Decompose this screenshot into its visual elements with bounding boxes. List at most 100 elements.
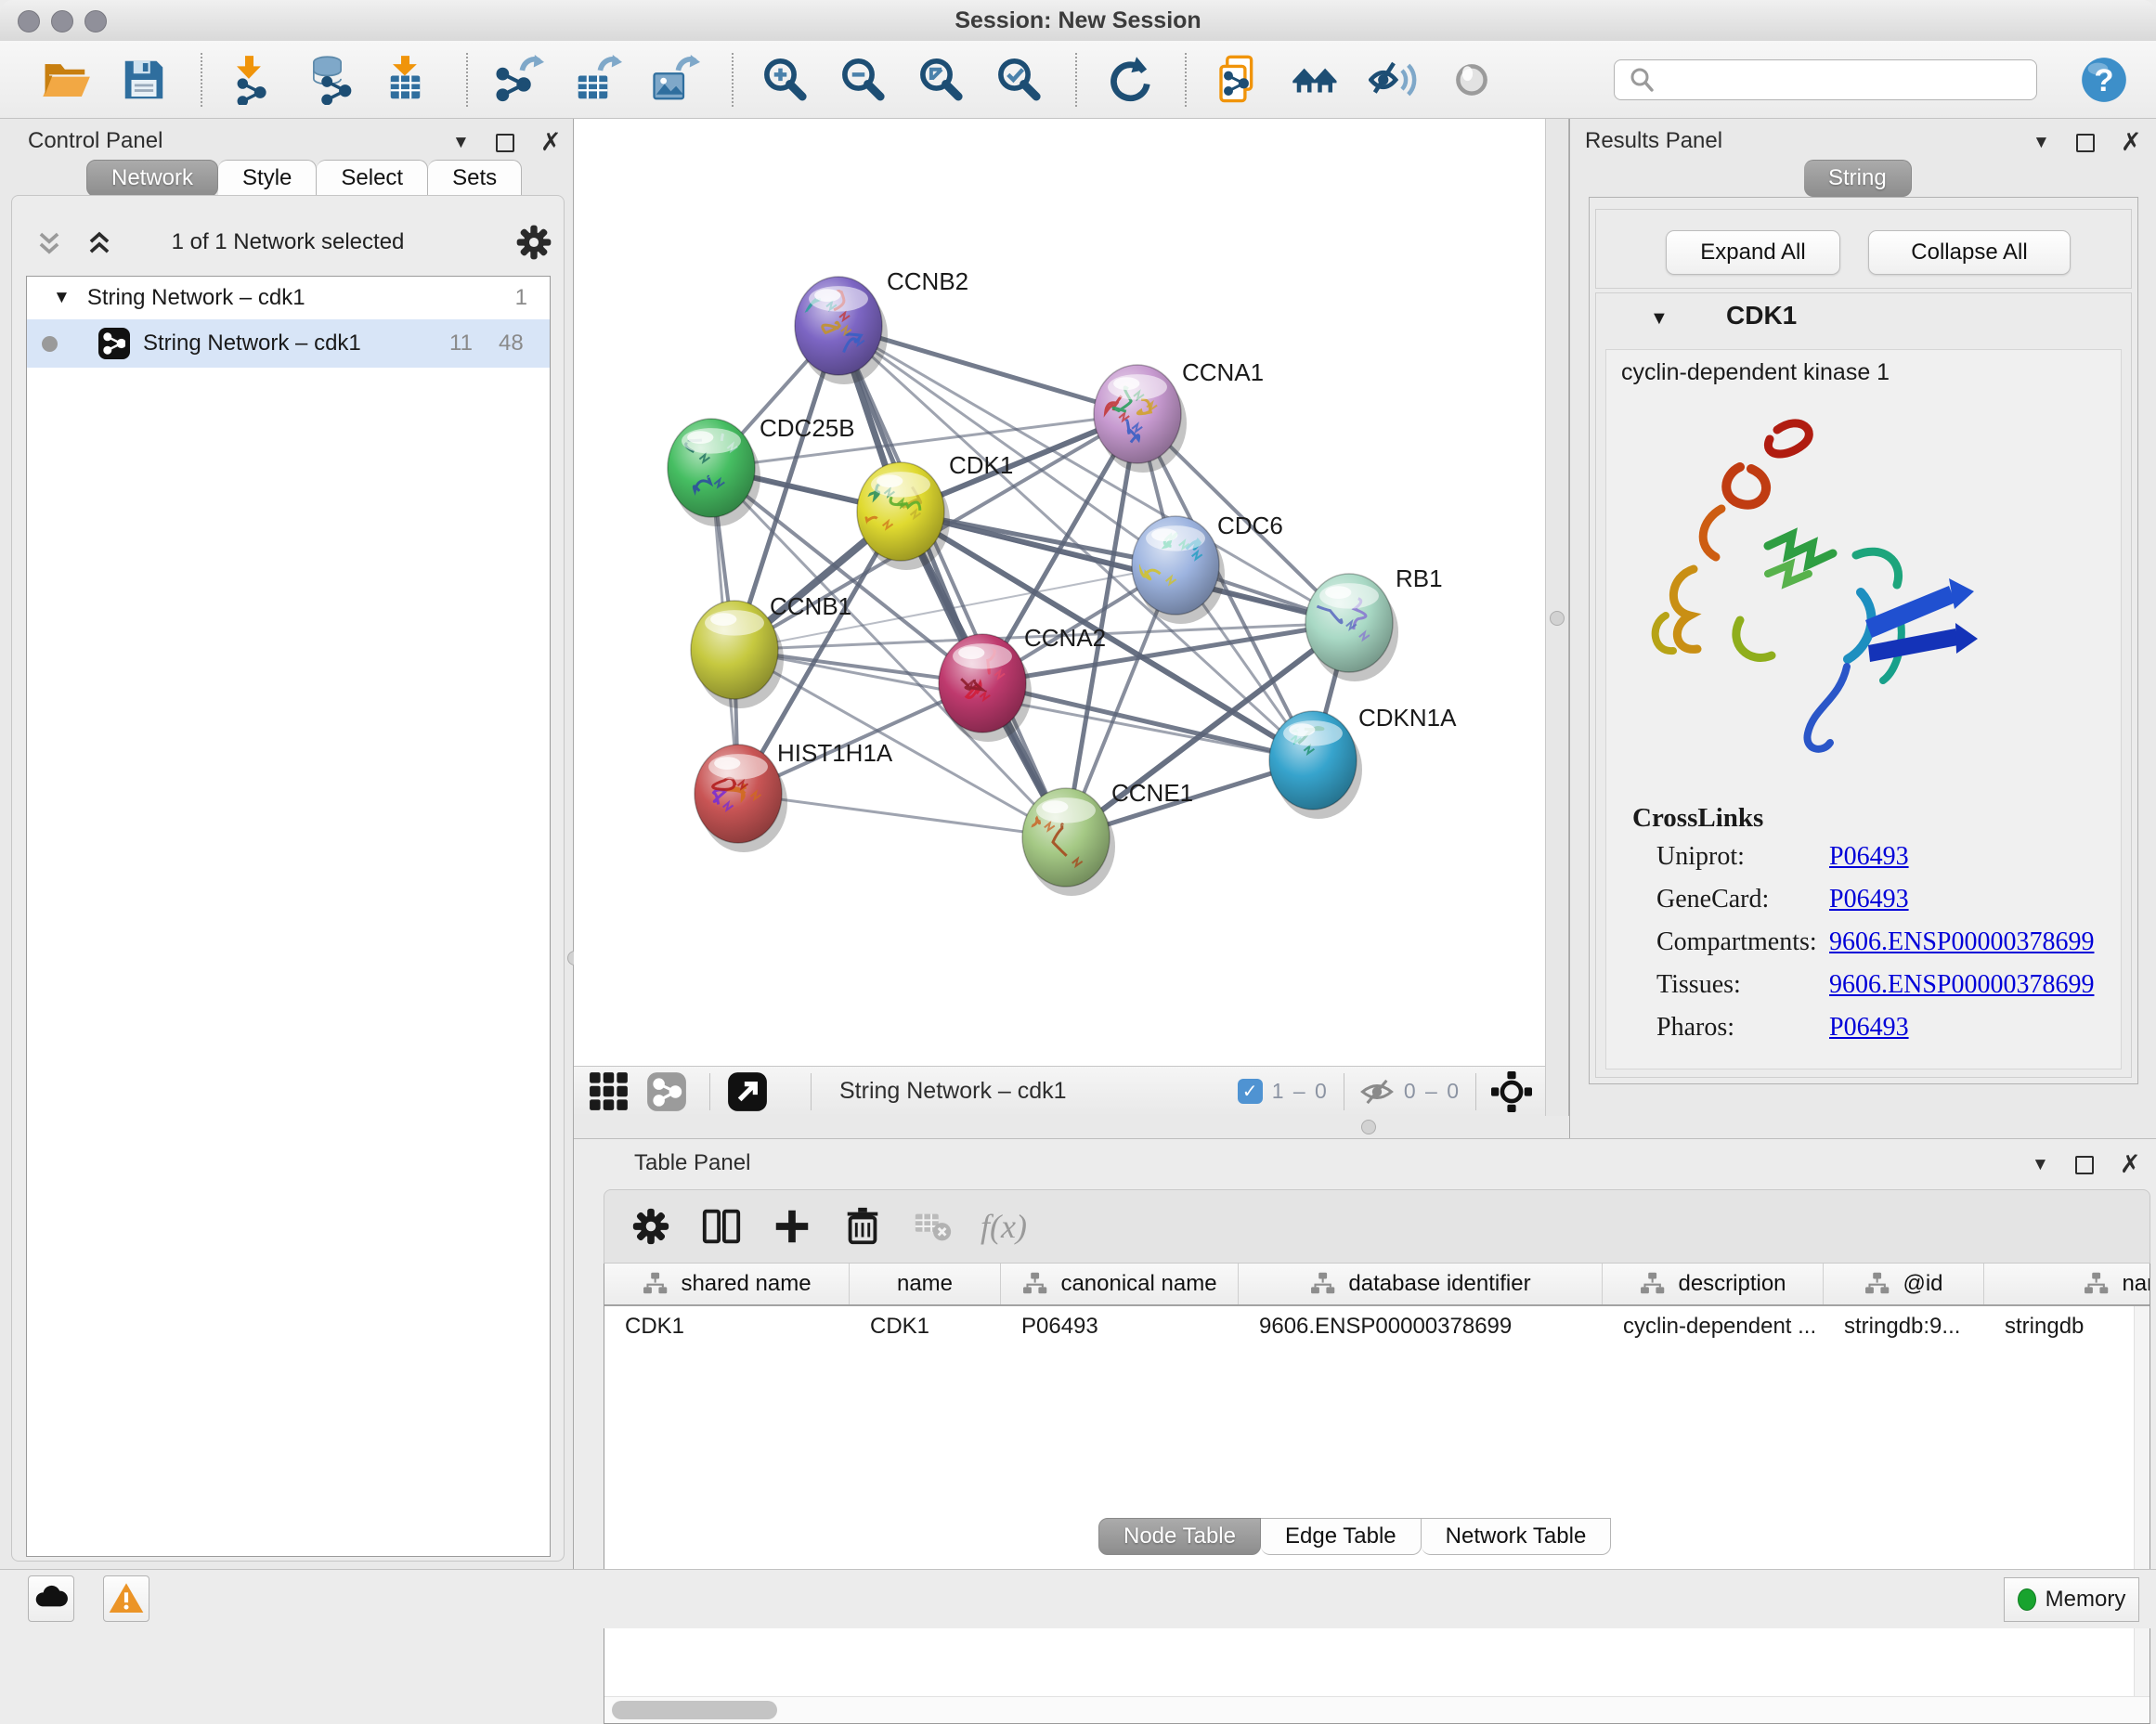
delete-row-icon[interactable] [840, 1204, 885, 1249]
panel-close-icon[interactable]: ✗ [2121, 128, 2142, 157]
network-node-CCNA1[interactable] [1094, 365, 1187, 473]
help-icon[interactable]: ? [2080, 56, 2128, 104]
crosslink-pharos-link[interactable]: P06493 [1829, 1013, 1909, 1042]
column-header-namespace[interactable]: namespace [1984, 1264, 2150, 1304]
clear-table-icon[interactable] [911, 1204, 955, 1249]
zoom-selected-icon[interactable] [994, 55, 1044, 105]
cell-canonical-name[interactable]: P06493 [1001, 1314, 1239, 1340]
memory-button[interactable]: Memory [2004, 1577, 2139, 1622]
results-panel: Results Panel ▼ ✗ String Expand All Coll… [1569, 119, 2156, 1138]
network-node-CCNE1[interactable] [1017, 788, 1115, 896]
cell-namespace[interactable]: stringdb [1984, 1314, 2150, 1340]
node-count: 11 [449, 331, 473, 356]
network-row[interactable]: String Network – cdk1 11 48 [27, 319, 550, 368]
column-header-database-identifier[interactable]: database identifier [1239, 1264, 1603, 1304]
toolbar-divider [1075, 53, 1077, 107]
fit-crosshair-icon[interactable] [1491, 1071, 1532, 1112]
crosslink-compartments-link[interactable]: 9606.ENSP00000378699 [1829, 927, 2094, 956]
cell-name[interactable]: CDK1 [850, 1314, 1001, 1340]
tab-edge-table[interactable]: Edge Table [1261, 1518, 1422, 1555]
import-table-icon[interactable] [384, 55, 435, 105]
column-header-shared-name[interactable]: shared name [604, 1264, 850, 1304]
add-row-icon[interactable] [770, 1204, 814, 1249]
cell-shared-name[interactable]: CDK1 [604, 1314, 850, 1340]
panel-close-icon[interactable]: ✗ [540, 128, 562, 157]
tab-string[interactable]: String [1804, 160, 1912, 197]
cell--id[interactable]: stringdb:9... [1824, 1314, 1984, 1340]
split-columns-icon[interactable] [699, 1204, 744, 1249]
zoom-out-icon[interactable] [838, 55, 888, 105]
panel-float-icon[interactable]: ▼ [2032, 1155, 2049, 1175]
network-selection-status: 1 of 1 Network selected [12, 229, 564, 255]
cloud-button[interactable] [28, 1575, 74, 1622]
tab-select[interactable]: Select [317, 160, 428, 197]
function-builder-icon[interactable]: f(x) [981, 1204, 1026, 1249]
panel-maximize-icon[interactable] [2075, 1156, 2094, 1174]
scrollbar-thumb[interactable] [612, 1701, 777, 1719]
network-node-CCNB2[interactable] [795, 277, 888, 384]
export-image-icon[interactable] [650, 55, 700, 105]
section-collapse-icon[interactable]: ▼ [1650, 308, 1669, 330]
cell-description[interactable]: cyclin-dependent ... [1603, 1314, 1824, 1340]
crosslink-uniprot-link[interactable]: P06493 [1829, 842, 1909, 871]
settings-gear-icon[interactable] [629, 1204, 673, 1249]
open-in-new-icon[interactable] [725, 1069, 770, 1114]
panel-close-icon[interactable]: ✗ [2120, 1150, 2141, 1179]
table-horizontal-scrollbar[interactable] [604, 1696, 2150, 1723]
network-options-gear-icon[interactable] [513, 222, 554, 263]
export-network-icon[interactable] [494, 55, 544, 105]
warning-icon [108, 1580, 145, 1617]
network-node-RB1[interactable] [1305, 574, 1398, 681]
expand-all-button[interactable]: Expand All [1666, 230, 1840, 275]
tab-sets[interactable]: Sets [428, 160, 522, 197]
refresh-network-view-icon[interactable] [1103, 55, 1153, 105]
import-network-from-database-icon[interactable] [306, 55, 357, 105]
open-in-cytoscape-web-icon[interactable] [1213, 55, 1263, 105]
zoom-fit-icon[interactable] [916, 55, 966, 105]
string-home-icon[interactable] [1291, 55, 1341, 105]
network-canvas[interactable]: CCNB2CCNA1CDC25BCDK1CDC6RB1CCNB1CCNA2CDK… [574, 119, 1545, 1066]
enhanced-graphics-hide-icon[interactable] [1369, 55, 1419, 105]
expand-collapse-box: Expand All Collapse All [1595, 209, 2132, 289]
column-header-description[interactable]: description [1603, 1264, 1824, 1304]
tree-expander-icon[interactable]: ▼ [53, 288, 71, 308]
network-node-CDKN1A[interactable] [1269, 711, 1362, 819]
table-vertical-scrollbar[interactable] [2134, 1306, 2150, 1697]
crosslink-genecard-link[interactable]: P06493 [1829, 885, 1909, 914]
selected-checkbox-icon[interactable]: ✓ [1238, 1079, 1263, 1104]
current-network-dot [42, 336, 58, 352]
network-node-CCNA2[interactable] [939, 634, 1032, 742]
panel-maximize-icon[interactable] [2076, 134, 2095, 152]
export-table-icon[interactable] [572, 55, 622, 105]
network-collection-row[interactable]: ▼ String Network – cdk1 1 [27, 277, 550, 319]
warning-button[interactable] [103, 1575, 149, 1622]
network-node-CDC25B[interactable] [668, 414, 760, 526]
panel-float-icon[interactable]: ▼ [2033, 133, 2050, 153]
network-node-HIST1H1A[interactable] [695, 745, 787, 852]
column-header-name[interactable]: name [850, 1264, 1001, 1304]
open-session-icon[interactable] [41, 55, 91, 105]
tab-network-table[interactable]: Network Table [1422, 1518, 1612, 1555]
save-session-icon[interactable] [119, 55, 169, 105]
column-label: database identifier [1348, 1271, 1530, 1297]
import-network-icon[interactable] [228, 55, 279, 105]
column-label: shared name [681, 1271, 811, 1297]
network-node-CDK1[interactable] [854, 462, 950, 570]
panel-float-icon[interactable]: ▼ [452, 133, 470, 153]
zoom-in-icon[interactable] [760, 55, 810, 105]
grid-view-icon[interactable] [587, 1069, 631, 1114]
crosslink-tissues-link[interactable]: 9606.ENSP00000378699 [1829, 970, 2094, 999]
enhanced-graphics-show-icon[interactable] [1447, 55, 1497, 105]
cell-database-identifier[interactable]: 9606.ENSP00000378699 [1239, 1314, 1603, 1340]
column-header-canonical-name[interactable]: canonical name [1001, 1264, 1239, 1304]
canvas-results-splitter[interactable] [1545, 119, 1569, 1138]
search-input[interactable] [1614, 59, 2037, 100]
tab-node-table[interactable]: Node Table [1098, 1518, 1261, 1555]
panel-maximize-icon[interactable] [496, 134, 514, 152]
network-view-title: String Network – cdk1 [839, 1078, 1067, 1105]
collapse-all-button[interactable]: Collapse All [1868, 230, 2071, 275]
tab-network[interactable]: Network [86, 160, 218, 197]
share-view-icon[interactable] [644, 1069, 689, 1114]
tab-style[interactable]: Style [218, 160, 317, 197]
column-header--id[interactable]: @id [1824, 1264, 1984, 1304]
